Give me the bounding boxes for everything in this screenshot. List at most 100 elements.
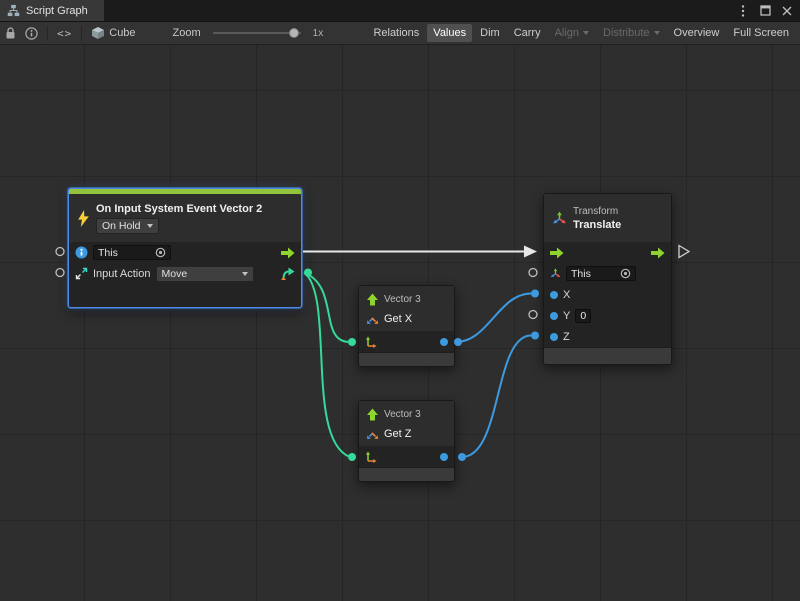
wire-get-z-to-translate-z[interactable] <box>462 336 531 458</box>
event-mode-dropdown[interactable]: On Hold <box>96 218 159 234</box>
translate-z-input-dot[interactable] <box>531 332 539 340</box>
diagonal-arrows-icon <box>366 427 379 440</box>
caret-down-icon <box>654 31 660 35</box>
translate-exec-row <box>544 242 671 263</box>
node-vector3-get-z[interactable]: Vector 3 Get Z <box>358 400 455 482</box>
vector3-input-port[interactable] <box>365 336 377 348</box>
node-on-input-system-event[interactable]: On Input System Event Vector 2 On Hold T… <box>68 188 302 308</box>
zoom-label: Zoom <box>173 27 201 39</box>
wire-vector2-to-get-x[interactable] <box>304 273 350 343</box>
script-graph-window: Script Graph <box>0 0 800 601</box>
translate-this-external-port[interactable] <box>529 269 537 277</box>
event-this-port-row: This <box>69 242 301 263</box>
graph-object-label: Cube <box>109 27 135 39</box>
kebab-menu-icon <box>741 4 745 18</box>
get-x-header[interactable]: Vector 3 Get X <box>359 286 454 331</box>
node-transform-translate[interactable]: Transform Translate <box>543 193 672 365</box>
zoom-slider-handle[interactable] <box>289 28 299 38</box>
cube-icon <box>91 26 105 40</box>
values-button[interactable]: Values <box>427 24 472 42</box>
exec-input-port[interactable] <box>550 247 564 259</box>
close-icon <box>782 6 792 16</box>
translate-y-row: Y 0 <box>544 305 671 326</box>
event-action-external-port[interactable] <box>56 269 64 277</box>
vector2-source-dot[interactable] <box>304 269 312 277</box>
translate-this-object-field[interactable]: This <box>566 266 636 281</box>
get-z-output-dot[interactable] <box>458 453 466 461</box>
y-input-port[interactable] <box>550 312 558 320</box>
input-action-dropdown[interactable]: Move <box>156 266 254 282</box>
translate-y-external-port[interactable] <box>529 311 537 319</box>
get-z-footer <box>359 467 454 481</box>
translate-z-row: Z <box>544 326 671 347</box>
translate-x-input-dot[interactable] <box>531 290 539 298</box>
view-code-button[interactable]: <> <box>57 27 72 40</box>
get-z-port-row <box>359 446 454 467</box>
full-screen-button[interactable]: Full Screen <box>727 24 795 42</box>
translate-node-title: Translate <box>573 219 621 231</box>
toolbar-separator <box>81 26 82 41</box>
zoom-slider[interactable] <box>213 32 301 34</box>
x-input-port[interactable] <box>550 291 558 299</box>
dim-button[interactable]: Dim <box>474 24 506 42</box>
distribute-dropdown-button[interactable]: Distribute <box>597 24 665 42</box>
carry-button[interactable]: Carry <box>508 24 547 42</box>
green-up-arrow-icon <box>366 293 379 306</box>
info-icon <box>75 246 88 259</box>
script-graph-icon <box>7 4 20 17</box>
exec-output-port[interactable] <box>281 247 295 259</box>
get-z-header[interactable]: Vector 3 Get Z <box>359 401 454 446</box>
object-picker-icon[interactable] <box>155 247 166 258</box>
vector2-output-port[interactable] <box>280 266 295 281</box>
input-action-label: Input Action <box>93 268 151 280</box>
get-x-output-dot[interactable] <box>454 338 462 346</box>
event-this-object-field[interactable]: This <box>93 245 171 260</box>
align-dropdown-button[interactable]: Align <box>549 24 595 42</box>
wire-vector2-to-get-z[interactable] <box>304 273 350 458</box>
z-input-port[interactable] <box>550 333 558 341</box>
event-input-action-row: Input Action Move <box>69 263 301 284</box>
y-value-input[interactable]: 0 <box>575 309 591 323</box>
translate-this-row: This <box>544 263 671 284</box>
node-vector3-get-x[interactable]: Vector 3 Get X <box>358 285 455 367</box>
float-output-port[interactable] <box>440 338 448 346</box>
event-node-header[interactable]: On Input System Event Vector 2 On Hold <box>69 194 301 242</box>
wire-exec-arrowhead <box>524 246 537 258</box>
window-menu-button[interactable] <box>734 2 752 20</box>
tab-script-graph[interactable]: Script Graph <box>0 0 104 21</box>
zoom-value: 1x <box>313 28 324 39</box>
title-bar: Script Graph <box>0 0 800 22</box>
lightning-bolt-icon <box>77 210 90 227</box>
caret-down-icon <box>147 224 153 228</box>
inspect-toggle[interactable] <box>25 27 38 40</box>
get-x-input-dot[interactable] <box>348 338 356 346</box>
maximize-button[interactable] <box>756 2 774 20</box>
overview-button[interactable]: Overview <box>668 24 726 42</box>
get-x-port-row <box>359 331 454 352</box>
wire-get-x-to-translate-x[interactable] <box>456 294 531 343</box>
translate-node-category: Transform <box>573 206 621 217</box>
relations-button[interactable]: Relations <box>367 24 425 42</box>
transform-icon <box>552 211 567 226</box>
exec-output-port[interactable] <box>651 247 665 259</box>
get-z-input-dot[interactable] <box>348 453 356 461</box>
code-icon: <> <box>57 27 72 40</box>
close-button[interactable] <box>778 2 796 20</box>
float-output-port[interactable] <box>440 453 448 461</box>
translate-x-row: X <box>544 284 671 305</box>
graph-object-button[interactable]: Cube <box>91 26 135 40</box>
zoom-control: Zoom 1x <box>173 27 324 39</box>
tab-title: Script Graph <box>26 5 88 17</box>
graph-canvas[interactable]: On Input System Event Vector 2 On Hold T… <box>0 45 800 601</box>
event-this-external-port[interactable] <box>56 248 64 256</box>
input-action-icon <box>75 267 88 280</box>
translate-node-header[interactable]: Transform Translate <box>544 194 671 242</box>
translate-exec-external-port[interactable] <box>679 246 689 258</box>
caret-down-icon <box>242 272 248 276</box>
lock-toggle[interactable] <box>5 27 16 40</box>
vector3-input-port[interactable] <box>365 451 377 463</box>
green-up-arrow-icon <box>366 408 379 421</box>
graph-toolbar: <> Cube Zoom 1x Relations Values Dim Car… <box>0 22 800 45</box>
object-picker-icon[interactable] <box>620 268 631 279</box>
maximize-icon <box>760 5 771 16</box>
